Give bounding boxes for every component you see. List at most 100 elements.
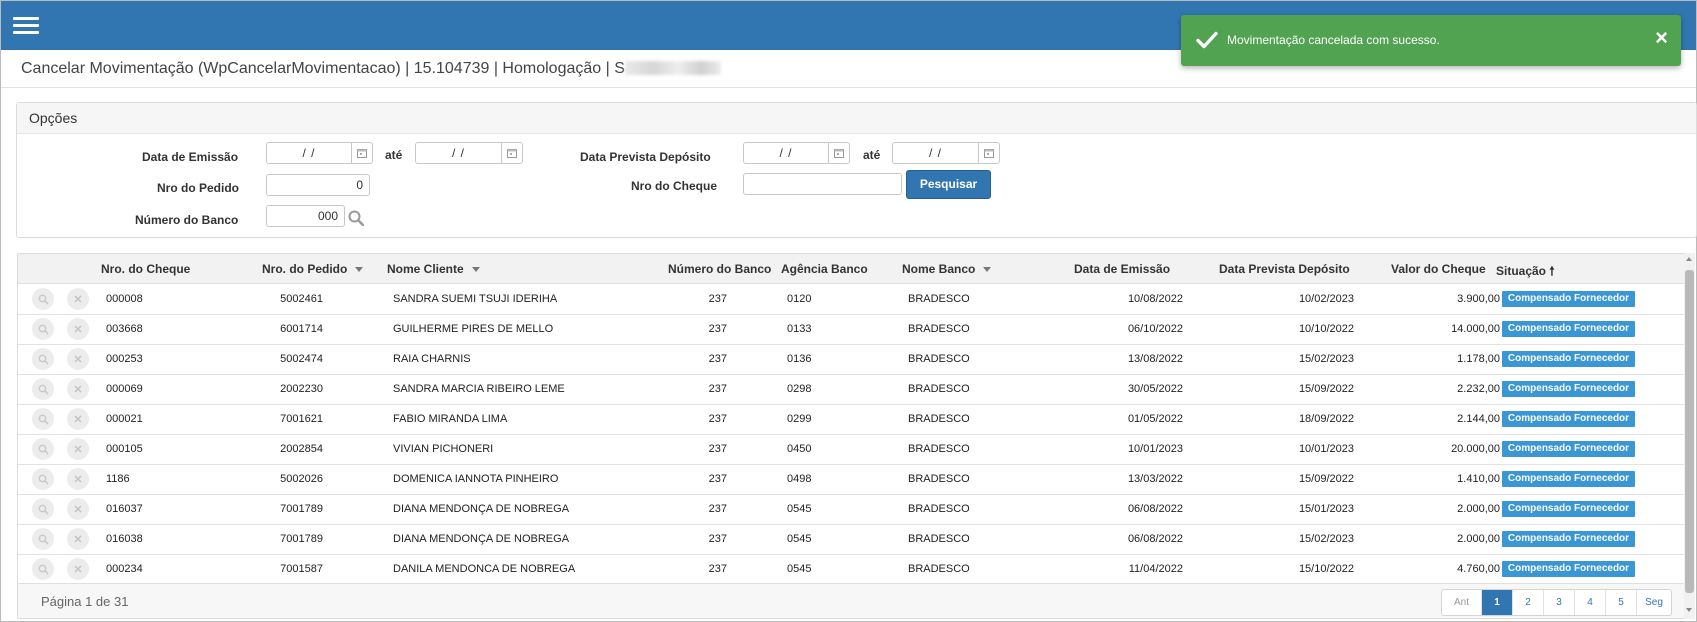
cancel-icon[interactable] <box>67 468 89 490</box>
cancel-icon[interactable] <box>67 558 89 580</box>
view-icon[interactable] <box>32 468 54 490</box>
page-5-button[interactable]: 5 <box>1606 590 1637 615</box>
view-icon[interactable] <box>32 378 54 400</box>
data-emissao-fim-field[interactable]: / / <box>415 142 523 164</box>
cancel-icon[interactable] <box>67 498 89 520</box>
table-row[interactable]: 000008 5002461 SANDRA SUEMI TSUJI IDERIHA 2… <box>18 284 1685 315</box>
cell-banco: 237 <box>708 353 727 365</box>
date-value: / / <box>928 146 942 160</box>
cell-prevista: 18/09/2022 <box>1298 413 1354 425</box>
view-icon[interactable] <box>32 528 54 550</box>
col-nro-pedido[interactable]: Nro. do Pedido <box>262 262 364 276</box>
cell-nome-banco: BRADESCO <box>908 503 970 515</box>
view-icon[interactable] <box>32 408 54 430</box>
status-badge[interactable]: Compensado Fornecedor <box>1502 471 1635 487</box>
cell-banco: 237 <box>708 383 727 395</box>
search-icon[interactable] <box>348 210 364 226</box>
col-valor-cheque[interactable]: Valor do Cheque <box>1391 262 1486 276</box>
cell-pedido: 5002461 <box>280 293 323 305</box>
view-icon[interactable] <box>32 288 54 310</box>
col-agencia-banco[interactable]: Agência Banco <box>781 262 868 276</box>
view-icon[interactable] <box>32 558 54 580</box>
data-emissao-inicio-field[interactable]: / / <box>266 142 373 164</box>
cell-cliente: SANDRA SUEMI TSUJI IDERIHA <box>393 293 558 305</box>
ate-label: até <box>385 148 403 162</box>
col-numero-banco[interactable]: Número do Banco <box>668 262 771 276</box>
scrollbar-thumb[interactable] <box>1685 270 1694 593</box>
hamburger-menu-icon[interactable] <box>13 17 39 35</box>
status-badge[interactable]: Compensado Fornecedor <box>1502 411 1635 427</box>
status-badge[interactable]: Compensado Fornecedor <box>1502 321 1635 337</box>
cell-cliente: FABIO MIRANDA LIMA <box>393 413 508 425</box>
data-prevista-inicio-field[interactable]: / / <box>743 142 850 164</box>
table-row[interactable]: 016038 7001789 DIANA MENDONÇA DE NOBREGA 23… <box>18 524 1685 555</box>
cell-cheque: 016037 <box>106 503 143 515</box>
cell-valor: 1.410,00 <box>1457 473 1500 485</box>
cell-emissao: 13/03/2022 <box>1127 473 1183 485</box>
col-nome-banco[interactable]: Nome Banco <box>902 262 992 276</box>
page-4-button[interactable]: 4 <box>1575 590 1606 615</box>
cancel-icon[interactable] <box>67 408 89 430</box>
date-value: / / <box>779 146 793 160</box>
page-1-button[interactable]: 1 <box>1482 590 1513 615</box>
status-badge[interactable]: Compensado Fornecedor <box>1502 501 1635 517</box>
nro-cheque-input[interactable] <box>743 173 902 195</box>
cell-pedido: 2002854 <box>280 443 323 455</box>
nro-pedido-input[interactable]: 0 <box>266 174 370 196</box>
scroll-down-icon[interactable] <box>1686 608 1692 612</box>
col-data-prevista[interactable]: Data Prevista Depósito <box>1219 262 1350 276</box>
scroll-up-icon[interactable] <box>1686 257 1692 261</box>
table-row[interactable]: 000069 2002230 SANDRA MARCIA RIBEIRO LEME 2… <box>18 374 1685 405</box>
cancel-icon[interactable] <box>67 438 89 460</box>
data-prevista-fim-field[interactable]: / / <box>892 142 1000 164</box>
table-row[interactable]: 1186 5002026 DOMENICA IANNOTA PINHEIRO 237 0… <box>18 464 1685 495</box>
col-data-emissao[interactable]: Data de Emissão <box>1074 262 1170 276</box>
cell-cheque: 000021 <box>106 413 143 425</box>
cancel-icon[interactable] <box>67 288 89 310</box>
cell-cliente: DOMENICA IANNOTA PINHEIRO <box>393 473 559 485</box>
view-icon[interactable] <box>32 438 54 460</box>
next-page-button[interactable]: Seg <box>1637 590 1671 615</box>
cell-agencia: 0498 <box>787 473 812 485</box>
status-badge[interactable]: Compensado Fornecedor <box>1502 351 1635 367</box>
page-3-button[interactable]: 3 <box>1544 590 1575 615</box>
numero-banco-input[interactable]: 000 <box>266 205 345 227</box>
cell-valor: 14.000,00 <box>1451 323 1500 335</box>
col-nome-cliente[interactable]: Nome Cliente <box>387 262 480 276</box>
page-2-button[interactable]: 2 <box>1513 590 1544 615</box>
view-icon[interactable] <box>32 348 54 370</box>
calendar-icon[interactable] <box>351 143 372 163</box>
status-badge[interactable]: Compensado Fornecedor <box>1502 531 1635 547</box>
vertical-scrollbar[interactable] <box>1684 253 1695 619</box>
table-row[interactable]: 003668 6001714 GUILHERME PIRES DE MELLO 237… <box>18 314 1685 345</box>
cell-cliente: DIANA MENDONÇA DE NOBREGA <box>393 503 570 515</box>
cell-prevista: 15/09/2022 <box>1298 383 1354 395</box>
status-badge[interactable]: Compensado Fornecedor <box>1502 441 1635 457</box>
table-row[interactable]: 000234 7001587 DANILA MENDONCA DE NOBREGA 2… <box>18 554 1685 585</box>
table-row[interactable]: 016037 7001789 DIANA MENDONÇA DE NOBREGA 23… <box>18 494 1685 525</box>
col-situacao[interactable]: Situação 🠕 <box>1496 262 1555 283</box>
status-badge[interactable]: Compensado Fornecedor <box>1502 291 1635 307</box>
cell-cheque: 003668 <box>106 323 143 335</box>
table-row[interactable]: 000253 5002474 RAIA CHARNIS 237 0136 BRADESCO… <box>18 344 1685 375</box>
view-icon[interactable] <box>32 498 54 520</box>
cell-nome-banco: BRADESCO <box>908 353 970 365</box>
toast-close-icon[interactable]: × <box>1655 27 1668 49</box>
status-badge[interactable]: Compensado Fornecedor <box>1502 561 1635 577</box>
pesquisar-button[interactable]: Pesquisar <box>906 170 991 199</box>
status-badge[interactable]: Compensado Fornecedor <box>1502 381 1635 397</box>
cancel-icon[interactable] <box>67 378 89 400</box>
cancel-icon[interactable] <box>67 348 89 370</box>
table-row[interactable]: 000105 2002854 VIVIAN PICHONERI 237 0450 BRAD… <box>18 434 1685 465</box>
cancel-icon[interactable] <box>67 318 89 340</box>
calendar-icon[interactable] <box>501 143 522 163</box>
prev-page-button[interactable]: Ant <box>1442 590 1482 615</box>
view-icon[interactable] <box>32 318 54 340</box>
calendar-icon[interactable] <box>828 143 849 163</box>
cell-pedido: 7001621 <box>280 413 323 425</box>
cell-banco: 237 <box>708 323 727 335</box>
table-row[interactable]: 000021 7001621 FABIO MIRANDA LIMA 237 0299 BR… <box>18 404 1685 435</box>
cancel-icon[interactable] <box>67 528 89 550</box>
calendar-icon[interactable] <box>978 143 999 163</box>
col-nro-cheque[interactable]: Nro. do Cheque <box>101 262 190 276</box>
